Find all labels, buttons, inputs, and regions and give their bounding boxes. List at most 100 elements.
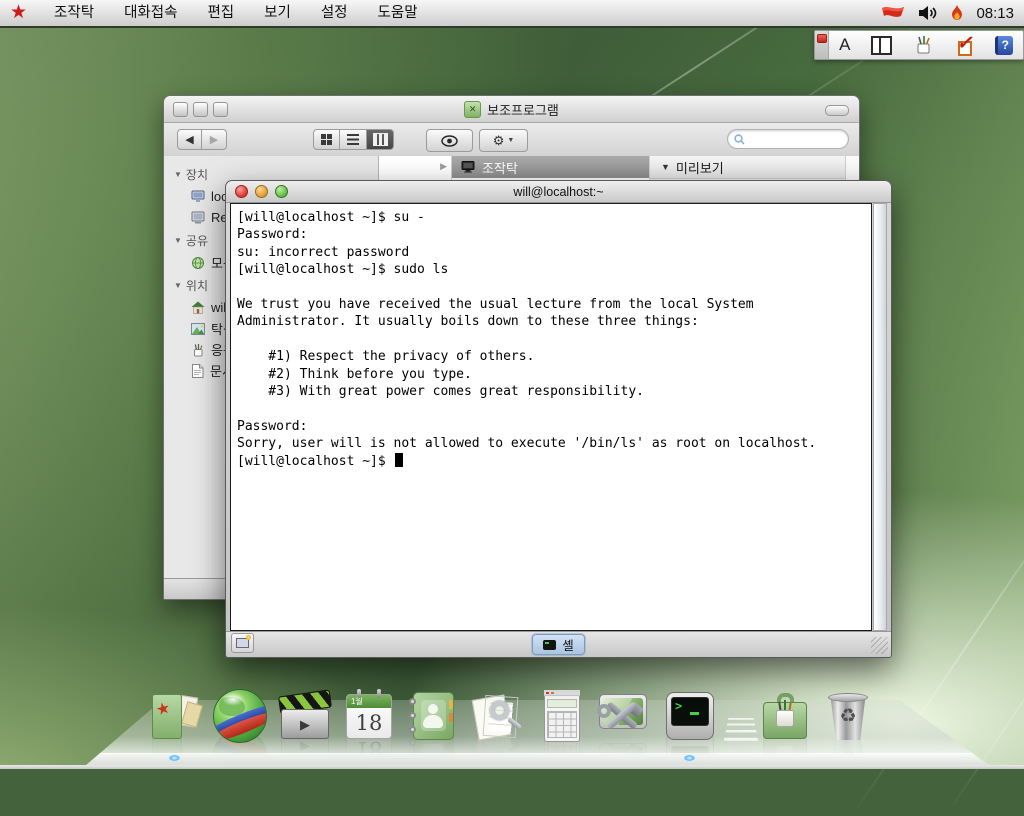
running-indicator-file-manager [169, 755, 180, 761]
quicklook-button[interactable] [426, 129, 473, 152]
actions-button[interactable]: ⚙ ▼ [479, 129, 528, 152]
terminal-line [237, 332, 871, 349]
terminal-cursor [395, 453, 403, 467]
help-book-icon[interactable]: ? [995, 36, 1013, 55]
dock-item-file-manager[interactable]: ★ [147, 688, 203, 744]
selected-item-label: 조작탁 [482, 158, 518, 177]
pictures-icon [191, 323, 205, 335]
search-field[interactable] [727, 129, 849, 149]
column-view-icon [373, 133, 388, 146]
terminal-line: Administrator. It usually boils down to … [237, 314, 871, 331]
view-mode-switch [313, 129, 394, 150]
dock-item-calendar[interactable]: 1월 18 [341, 688, 397, 744]
minimize-button[interactable] [193, 102, 208, 117]
icon-view-button[interactable] [313, 129, 340, 150]
group-label: 장치 [186, 166, 208, 183]
terminal-screen[interactable]: [will@localhost ~]$ su - Password: su: i… [230, 203, 872, 631]
document-icon [191, 364, 204, 378]
window-buttons [235, 185, 288, 198]
search-input[interactable] [749, 132, 842, 146]
terminal-tab-bar: 셸 [226, 631, 891, 657]
dock-item-calculator[interactable] [534, 688, 590, 744]
book-tab [449, 713, 453, 722]
globe-glint [222, 693, 244, 706]
clock: 08:13 [976, 5, 1014, 22]
selected-item-desktop[interactable]: 조작탁 [452, 156, 649, 178]
toolbar-toggle-button[interactable] [825, 105, 849, 116]
shell-tab-label: 셸 [562, 635, 574, 654]
list-view-button[interactable] [340, 129, 367, 150]
trash-can-rim [828, 693, 868, 702]
toolbar-close-button[interactable] [817, 34, 827, 43]
dock-item-document-viewer[interactable] [469, 688, 525, 744]
dock-item-system-tools[interactable] [595, 688, 651, 744]
terminal-line: #2) Think before you type. [237, 367, 871, 384]
close-button[interactable] [235, 185, 248, 198]
disclosure-triangle-icon[interactable]: ▼ [174, 236, 182, 245]
maximize-button[interactable] [275, 185, 288, 198]
calendar-ring [357, 689, 361, 698]
maximize-button[interactable] [213, 102, 228, 117]
calendar-day-number: 18 [347, 708, 391, 738]
prompt-glyph: > [675, 699, 682, 713]
terminal-title-text: will@localhost:~ [513, 185, 603, 199]
pen-cup-icon[interactable] [912, 34, 934, 56]
menu-items: 조작탁 대화접속 편집 보기 설정 도움말 [39, 0, 433, 26]
volume-icon[interactable] [918, 5, 938, 21]
forward-button[interactable]: ▶ [202, 129, 227, 150]
split-view-icon[interactable] [871, 36, 892, 55]
terminal-line: Password: [237, 419, 871, 436]
disclosure-triangle-icon[interactable]: ▼ [174, 170, 182, 179]
back-button[interactable]: ◀ [177, 129, 202, 150]
group-label: 공유 [186, 232, 208, 249]
column-view-button[interactable] [367, 129, 394, 150]
menu-view[interactable]: 보기 [249, 0, 306, 26]
toolbar-grip[interactable] [815, 31, 829, 59]
menu-help[interactable]: 도움말 [363, 0, 433, 26]
gear-icon: ⚙ [493, 133, 505, 149]
font-tool-icon[interactable]: A [839, 35, 850, 55]
resize-grip[interactable] [871, 637, 888, 654]
computer-icon [191, 190, 205, 203]
dock-item-terminal[interactable]: > [662, 688, 718, 744]
terminal-line: su: incorrect password [237, 245, 871, 262]
shell-tab-icon [543, 640, 556, 650]
pen-cup-icon [191, 343, 205, 357]
terminal-prompt-line: [will@localhost ~]$ [237, 453, 871, 470]
spiral-ring [409, 712, 416, 719]
minimize-button[interactable] [255, 185, 268, 198]
checkmark-tool-icon[interactable]: ✓ [954, 35, 974, 55]
disclosure-triangle-icon[interactable]: ▼ [174, 281, 182, 290]
menu-settings[interactable]: 설정 [306, 0, 363, 26]
close-button[interactable] [173, 102, 188, 117]
terminal-scrollbar[interactable] [873, 203, 887, 631]
dock-item-contacts[interactable] [404, 688, 460, 744]
spiral-ring [409, 698, 416, 705]
menu-connections[interactable]: 대화접속 [109, 0, 192, 26]
light-streak [945, 566, 1024, 816]
disclosure-triangle-icon[interactable]: ▼ [661, 162, 670, 172]
flame-icon[interactable] [950, 4, 964, 22]
menu-edit[interactable]: 편집 [192, 0, 249, 26]
floating-toolbar: A ✓ ? [814, 30, 1024, 60]
dock-item-media-player[interactable]: ▶ [277, 688, 333, 744]
terminal-line [237, 401, 871, 418]
dropdown-arrow-icon: ▼ [507, 137, 514, 144]
accessories-app-icon: ✕ [464, 101, 481, 118]
flag-icon[interactable] [880, 5, 906, 22]
magnifier-icon [490, 701, 509, 720]
menu-desktop[interactable]: 조작탁 [39, 0, 109, 26]
terminal-titlebar[interactable]: will@localhost:~ [226, 181, 891, 203]
red-star-logo-icon[interactable]: ★ [10, 0, 27, 26]
shell-tab[interactable]: 셸 [532, 634, 585, 655]
dock-item-utilities[interactable] [757, 688, 813, 744]
preview-header[interactable]: ▼ 미리보기 [650, 156, 845, 179]
home-icon [191, 301, 205, 314]
dock-item-web-browser[interactable] [212, 688, 268, 744]
person-head [428, 704, 438, 714]
dock-item-trash[interactable]: ♻ [820, 688, 876, 744]
new-session-button[interactable] [231, 633, 254, 653]
terminal-line: Password: [237, 227, 871, 244]
file-manager-titlebar[interactable]: ✕ 보조프로그램 [164, 96, 859, 123]
calculator-dot [551, 692, 554, 694]
